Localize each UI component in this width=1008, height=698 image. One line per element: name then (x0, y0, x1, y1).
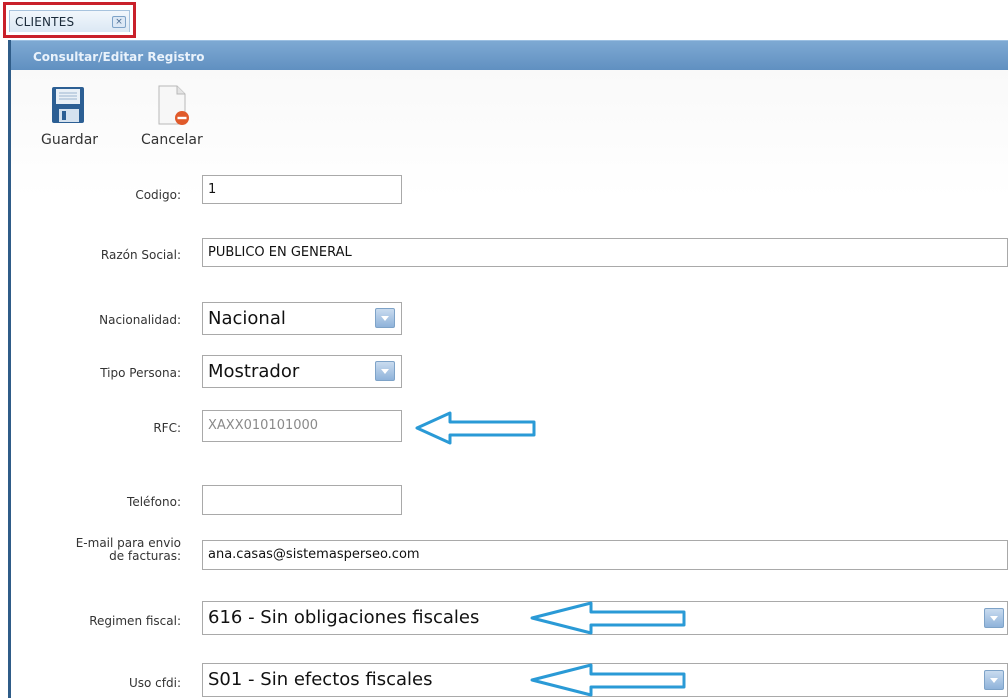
tab-clientes-highlight: CLIENTES × (3, 2, 136, 38)
chevron-down-icon[interactable] (984, 608, 1004, 628)
chevron-down-icon[interactable] (375, 361, 395, 381)
tab-clientes[interactable]: CLIENTES × (9, 10, 130, 32)
rfc-label: RFC: (153, 421, 181, 435)
cancel-icon (158, 85, 189, 125)
codigo-label: Codigo: (135, 188, 181, 202)
save-label: Guardar (41, 132, 99, 148)
email-field[interactable]: ana.casas@sistemasperseo.com (202, 540, 1008, 570)
tipo-persona-select[interactable]: Mostrador (202, 355, 402, 388)
email-value: ana.casas@sistemasperseo.com (208, 547, 420, 562)
nacionalidad-select[interactable]: Nacional (202, 302, 402, 335)
toolbar: Guardar Cancelar (11, 70, 1008, 198)
annotation-arrow-left-icon (415, 411, 536, 445)
telefono-label: Teléfono: (127, 495, 181, 509)
cancel-label: Cancelar (141, 132, 203, 148)
uso-cfdi-label: Uso cfdi: (128, 676, 181, 690)
annotation-arrow-left-icon (530, 601, 686, 635)
nacionalidad-label: Nacionalidad: (99, 313, 181, 327)
regimen-fiscal-value: 616 - Sin obligaciones fiscales (208, 607, 480, 628)
window-header: Consultar/Editar Registro (11, 40, 1008, 71)
close-icon[interactable]: × (112, 16, 126, 28)
telefono-field[interactable] (202, 485, 402, 515)
email-label-line2: de facturas: (109, 549, 181, 563)
tipo-persona-value: Mostrador (208, 361, 300, 382)
window-title: Consultar/Editar Registro (33, 50, 205, 64)
chevron-down-icon[interactable] (375, 308, 395, 328)
regimen-fiscal-label: Regimen fiscal: (89, 614, 181, 628)
tab-label: CLIENTES (15, 15, 75, 29)
razon-social-field[interactable]: PUBLICO EN GENERAL (202, 238, 1008, 267)
save-icon (52, 87, 84, 123)
nacionalidad-value: Nacional (208, 308, 286, 329)
annotation-arrow-left-icon (530, 663, 686, 697)
uso-cfdi-value: S01 - Sin efectos fiscales (208, 669, 433, 690)
email-label: E-mail para envio de facturas: (11, 537, 181, 563)
rfc-field[interactable]: XAXX010101000 (202, 410, 402, 442)
save-button[interactable]: Guardar (29, 76, 119, 156)
chevron-down-icon[interactable] (984, 670, 1004, 690)
tab-strip: CLIENTES × (0, 0, 1008, 40)
codigo-field[interactable]: 1 (202, 175, 402, 204)
razon-social-label: Razón Social: (100, 248, 181, 262)
codigo-value: 1 (208, 182, 217, 197)
tipo-persona-label: Tipo Persona: (100, 366, 181, 380)
edit-record-window: Consultar/Editar Registro Guardar Cancel… (8, 40, 1008, 698)
rfc-value: XAXX010101000 (208, 418, 319, 433)
cancel-button[interactable]: Cancelar (129, 76, 229, 156)
razon-social-value: PUBLICO EN GENERAL (208, 245, 352, 260)
